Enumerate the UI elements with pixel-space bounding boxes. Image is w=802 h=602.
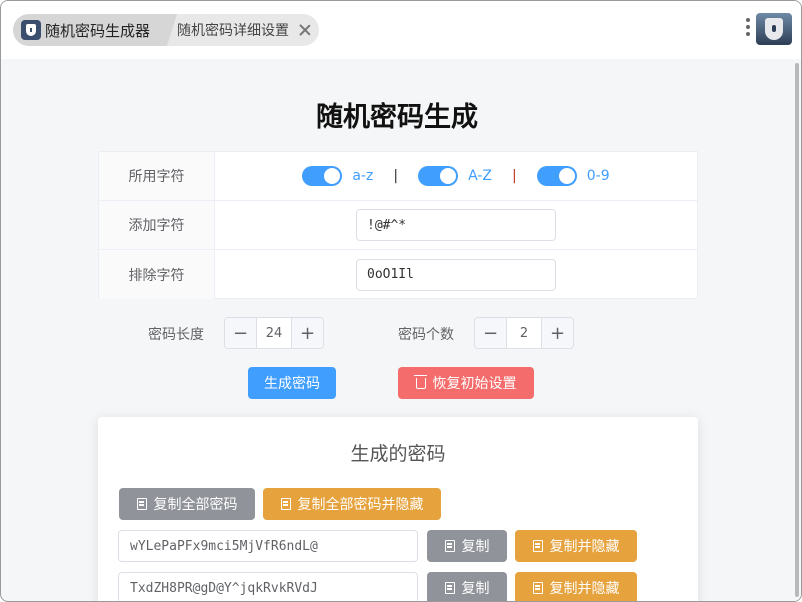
app-window: 随机密码生成器 随机密码详细设置 随机密码生成 所用字符 a-z | A-Z | bbox=[0, 0, 802, 602]
main-content: 随机密码生成 所用字符 a-z | A-Z | 0-9 添加字符 !@#^* 排… bbox=[1, 59, 793, 601]
copy-all-hide-button[interactable]: 复制全部密码并隐藏 bbox=[263, 488, 441, 520]
copy-hide-label: 复制并隐藏 bbox=[549, 581, 620, 597]
add-chars-input[interactable] bbox=[356, 209, 556, 241]
copy-button[interactable]: 复制 bbox=[427, 530, 507, 562]
toggle-label: a-z bbox=[352, 168, 374, 184]
copy-icon bbox=[532, 540, 543, 552]
separator: | bbox=[393, 168, 399, 184]
length-value[interactable]: 24 bbox=[257, 318, 291, 348]
row-label: 排除字符 bbox=[99, 250, 215, 299]
password-field[interactable]: wYLePaPFx9mci5MjVfR6ndL@ bbox=[118, 530, 418, 562]
toggle-label: 0-9 bbox=[586, 168, 610, 184]
copy-hide-label: 复制并隐藏 bbox=[549, 539, 620, 555]
row-label: 添加字符 bbox=[99, 201, 215, 249]
reset-button[interactable]: 恢复初始设置 bbox=[398, 367, 534, 399]
toggle-digits[interactable] bbox=[536, 166, 577, 186]
separator: | bbox=[512, 168, 517, 184]
count-value[interactable]: 2 bbox=[507, 318, 541, 348]
tab-title: 随机密码详细设置 bbox=[177, 23, 289, 39]
copy-all-label: 复制全部密码 bbox=[153, 497, 238, 513]
copy-icon bbox=[280, 498, 291, 510]
trash-icon bbox=[413, 374, 427, 389]
tab-title: 随机密码生成器 bbox=[45, 21, 151, 40]
tab-bar: 随机密码生成器 随机密码详细设置 bbox=[1, 1, 801, 59]
add-chars-cell bbox=[215, 201, 697, 249]
scrollbar[interactable] bbox=[793, 59, 801, 601]
charset-options: a-z | A-Z | 0-9 bbox=[215, 152, 697, 200]
page-title: 随机密码生成 bbox=[316, 102, 478, 133]
password-field[interactable]: TxdZH8PR@gD@Y^jqkRvkRVdJ bbox=[118, 572, 418, 601]
length-stepper: − 24 + bbox=[224, 317, 324, 349]
count-increase-button[interactable]: + bbox=[541, 318, 573, 348]
count-decrease-button[interactable]: − bbox=[475, 318, 507, 348]
row-label: 所用字符 bbox=[99, 152, 215, 200]
copy-icon bbox=[136, 498, 147, 510]
row-exclude-chars: 排除字符 bbox=[99, 250, 697, 299]
settings-table: 所用字符 a-z | A-Z | 0-9 添加字符 !@#^* 排除字符 0oO… bbox=[98, 151, 698, 299]
tab-password-settings[interactable]: 随机密码详细设置 bbox=[177, 14, 311, 46]
copy-all-button[interactable]: 复制全部密码 bbox=[119, 488, 255, 520]
copy-label: 复制 bbox=[461, 539, 490, 555]
copy-all-hide-label: 复制全部密码并隐藏 bbox=[297, 497, 424, 513]
toggle-uppercase[interactable] bbox=[418, 166, 459, 186]
copy-hide-button[interactable]: 复制并隐藏 bbox=[515, 572, 637, 601]
generate-button-label: 生成密码 bbox=[264, 376, 320, 392]
length-increase-button[interactable]: + bbox=[291, 318, 323, 348]
copy-icon bbox=[444, 540, 455, 552]
exclude-chars-cell bbox=[215, 250, 697, 299]
toggle-label: A-Z bbox=[468, 168, 493, 184]
copy-label: 复制 bbox=[461, 581, 490, 597]
length-label: 密码长度 bbox=[148, 327, 204, 343]
tab-password-generator[interactable]: 随机密码生成器 bbox=[13, 14, 177, 46]
row-add-chars: 添加字符 bbox=[99, 201, 697, 250]
app-logo-icon bbox=[21, 20, 41, 40]
avatar[interactable] bbox=[756, 13, 792, 45]
results-title: 生成的密码 bbox=[350, 443, 446, 465]
copy-button[interactable]: 复制 bbox=[427, 572, 507, 601]
length-decrease-button[interactable]: − bbox=[225, 318, 257, 348]
count-label: 密码个数 bbox=[398, 327, 454, 343]
copy-icon bbox=[444, 582, 455, 594]
copy-icon bbox=[532, 582, 543, 594]
row-charset: 所用字符 a-z | A-Z | 0-9 bbox=[99, 152, 697, 201]
scrollbar-thumb[interactable] bbox=[795, 63, 799, 597]
count-stepper: − 2 + bbox=[474, 317, 574, 349]
generate-button[interactable]: 生成密码 bbox=[248, 367, 336, 399]
reset-button-label: 恢复初始设置 bbox=[432, 376, 517, 392]
more-vertical-icon[interactable] bbox=[745, 18, 751, 40]
copy-hide-button[interactable]: 复制并隐藏 bbox=[515, 530, 637, 562]
toggle-lowercase[interactable] bbox=[302, 166, 343, 186]
close-icon[interactable] bbox=[299, 24, 311, 36]
results-card: 生成的密码 复制全部密码 复制全部密码并隐藏 wYLePaPFx9mci5MjV… bbox=[98, 417, 698, 601]
tab-group: 随机密码生成器 随机密码详细设置 bbox=[13, 14, 319, 46]
exclude-chars-input[interactable] bbox=[356, 258, 556, 291]
